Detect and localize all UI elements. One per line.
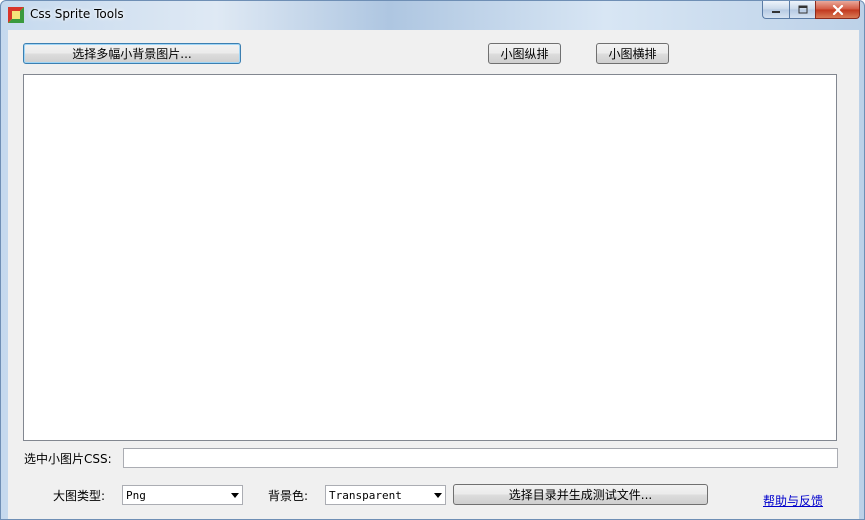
caption-buttons bbox=[762, 1, 860, 20]
image-type-select[interactable]: Png bbox=[122, 485, 243, 505]
bg-color-value: Transparent bbox=[329, 489, 402, 502]
title-bar[interactable]: Css Sprite Tools bbox=[1, 1, 864, 30]
minimize-button[interactable] bbox=[762, 1, 789, 19]
sprite-image-list[interactable] bbox=[23, 74, 837, 441]
generate-files-button[interactable]: 选择目录并生成测试文件... bbox=[453, 484, 708, 505]
maximize-icon bbox=[798, 5, 807, 14]
selected-css-input[interactable] bbox=[123, 448, 838, 468]
app-window: Css Sprite Tools 选择多幅小背景图片... 小图纵排 小图横排 … bbox=[0, 0, 865, 520]
vertical-layout-button[interactable]: 小图纵排 bbox=[488, 43, 561, 64]
image-type-value: Png bbox=[126, 489, 146, 502]
bg-color-select[interactable]: Transparent bbox=[325, 485, 446, 505]
bg-color-label: 背景色: bbox=[268, 489, 309, 503]
selected-css-label: 选中小图片CSS: bbox=[24, 452, 112, 466]
app-icon bbox=[8, 7, 24, 23]
maximize-button[interactable] bbox=[789, 1, 815, 19]
close-icon bbox=[832, 4, 843, 15]
horizontal-layout-button[interactable]: 小图横排 bbox=[596, 43, 669, 64]
select-images-button[interactable]: 选择多幅小背景图片... bbox=[23, 43, 241, 64]
close-button[interactable] bbox=[815, 1, 860, 19]
minimize-icon bbox=[772, 10, 780, 13]
window-title: Css Sprite Tools bbox=[30, 7, 124, 21]
chevron-down-icon bbox=[434, 493, 442, 498]
chevron-down-icon bbox=[231, 493, 239, 498]
help-feedback-link[interactable]: 帮助与反馈 bbox=[763, 492, 823, 509]
image-type-label: 大图类型: bbox=[53, 489, 106, 503]
client-area: 选择多幅小背景图片... 小图纵排 小图横排 选中小图片CSS: 大图类型: P… bbox=[8, 30, 859, 519]
